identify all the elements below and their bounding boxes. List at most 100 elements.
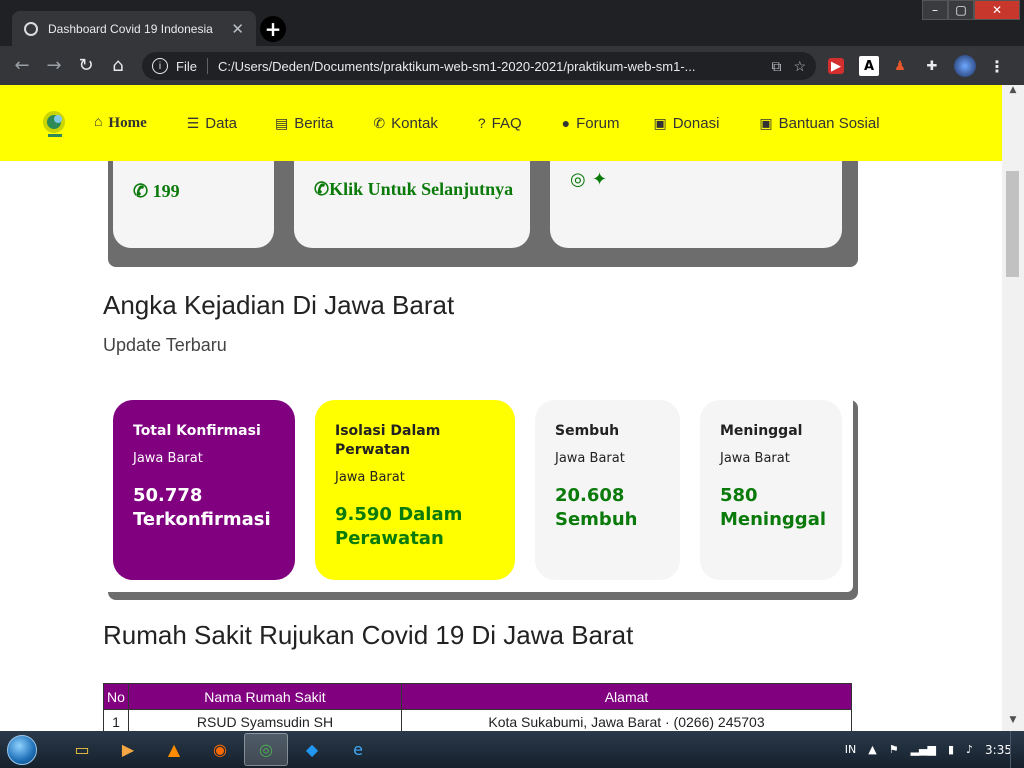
info-icon[interactable]: i <box>152 58 168 74</box>
nav-berita-label: Berita <box>294 114 334 132</box>
clock[interactable]: 3:35 <box>985 743 1012 757</box>
vscode-taskbar-icon[interactable]: ◆ <box>290 733 334 766</box>
page-scrollbar[interactable]: ▲ ▼ <box>1002 85 1024 731</box>
nav-bantuan-sosial[interactable]: ▣ Bantuan Sosial <box>759 115 879 132</box>
ie-taskbar-icon[interactable]: e <box>336 733 380 766</box>
nav-kontak[interactable]: ✆ Kontak <box>373 115 437 132</box>
back-icon[interactable]: ← <box>6 55 38 76</box>
link-text[interactable]: ✆Klik Untuk Selanjutnya <box>314 179 514 200</box>
address-bar[interactable]: i File C:/Users/Deden/Documents/praktiku… <box>142 52 816 80</box>
instagram-icon[interactable]: ◎ <box>570 169 586 190</box>
stat-title: Meninggal <box>720 423 803 439</box>
globe-icon <box>24 22 38 36</box>
tab-close-icon[interactable]: ✕ <box>231 20 244 38</box>
vlc-taskbar-icon[interactable]: ▲ <box>152 733 196 766</box>
new-tab-button[interactable]: + <box>260 16 286 42</box>
scroll-thumb[interactable] <box>1006 171 1019 277</box>
network-signal-icon[interactable]: ▂▄▆ <box>911 743 936 756</box>
stat-card-konfirmasi: Total Konfirmasi Jawa Barat 50.778 Terko… <box>113 400 295 580</box>
media-player-taskbar-icon[interactable]: ▶ <box>106 733 150 766</box>
minimize-button[interactable]: – <box>922 0 948 20</box>
font-extension-icon[interactable]: A <box>859 56 879 76</box>
stat-card-sembuh: Sembuh Jawa Barat 20.608 Sembuh <box>535 400 680 580</box>
browser-toolbar: ← → ↻ ⌂ i File C:/Users/Deden/Documents/… <box>0 46 1024 85</box>
url-text[interactable]: C:/Users/Deden/Documents/praktikum-web-s… <box>218 59 759 74</box>
nav-bantuan-label: Bantuan Sosial <box>778 114 880 132</box>
site-navbar: ⌂ Home ☰ Data ▤ Berita ✆ Kontak ? FAQ ● … <box>0 85 1002 161</box>
table-cell: 1 <box>103 709 129 731</box>
url-separator <box>206 58 208 74</box>
mascot-extension-icon[interactable]: ♟ <box>890 56 910 76</box>
show-desktop-button[interactable] <box>1010 731 1024 768</box>
tray-expand-icon[interactable]: ▲ <box>868 743 876 756</box>
windows-taskbar: ▭ ▶ ▲ ◉ ◎ ◆ e IN ▲ ⚑ ▂▄▆ ▮ ♪ 3:35 <box>0 731 1024 768</box>
firefox-taskbar-icon[interactable]: ◉ <box>198 733 242 766</box>
window-controls: – ▢ ✕ <box>922 0 1020 20</box>
action-center-icon[interactable]: ⚑ <box>889 743 899 756</box>
site-logo[interactable] <box>40 108 70 138</box>
profile-avatar[interactable] <box>954 55 976 77</box>
browser-tab[interactable]: Dashboard Covid 19 Indonesia ✕ <box>12 11 256 47</box>
stat-region: Jawa Barat <box>720 451 790 466</box>
box-icon: ▣ <box>759 114 773 131</box>
hotline-number: 199 <box>152 181 180 201</box>
nav-data[interactable]: ☰ Data <box>187 115 237 132</box>
hospital-section-title: Rumah Sakit Rujukan Covid 19 Di Jawa Bar… <box>103 620 634 650</box>
home-icon: ⌂ <box>94 115 103 130</box>
explorer-taskbar-icon[interactable]: ▭ <box>60 733 104 766</box>
translate-icon[interactable]: ⧉ <box>771 58 781 75</box>
nav-faq-label: FAQ <box>491 114 522 132</box>
phone-icon: ✆ <box>373 114 386 131</box>
link-label: Klik Untuk Selanjutnya <box>329 179 514 199</box>
tab-title: Dashboard Covid 19 Indonesia <box>48 22 213 36</box>
scroll-up-icon[interactable]: ▲ <box>1002 85 1024 101</box>
bookmark-star-icon[interactable]: ☆ <box>793 58 806 75</box>
forward-icon[interactable]: → <box>38 55 70 76</box>
nav-faq[interactable]: ? FAQ <box>478 115 522 132</box>
start-button[interactable] <box>0 731 44 768</box>
stat-title: Isolasi Dalam Perwatan <box>335 423 441 458</box>
table-header-row: No Nama Rumah Sakit Alamat <box>103 683 852 710</box>
stat-card-meninggal: Meninggal Jawa Barat 580 Meninggal <box>700 400 842 580</box>
table-header-cell: Nama Rumah Sakit <box>128 683 402 710</box>
stat-value: 580 Meninggal <box>720 485 827 530</box>
tab-strip: Dashboard Covid 19 Indonesia ✕ + – ▢ ✕ <box>0 0 1024 47</box>
social-icons: ◎ ✦ <box>570 169 607 190</box>
table-header-cell: No <box>103 683 129 710</box>
scroll-down-icon[interactable]: ▼ <box>1002 715 1024 731</box>
question-icon: ? <box>477 115 486 131</box>
stat-title: Sembuh <box>555 423 620 439</box>
newspaper-icon: ▤ <box>274 114 289 131</box>
battery-icon[interactable]: ▮ <box>948 743 954 756</box>
chrome-taskbar-icon[interactable]: ◎ <box>244 733 288 766</box>
volume-icon[interactable]: ♪ <box>966 743 973 756</box>
box-icon: ▣ <box>653 114 667 131</box>
nav-donasi[interactable]: ▣ Donasi <box>653 115 719 132</box>
url-scheme: File <box>176 58 197 74</box>
nav-forum-label: Forum <box>576 114 620 132</box>
video-extension-icon[interactable]: ▶ <box>828 58 844 74</box>
stat-value: 20.608 Sembuh <box>555 485 638 530</box>
nav-berita[interactable]: ▤ Berita <box>275 115 333 132</box>
section-title: Angka Kejadian Di Jawa Barat <box>103 290 455 320</box>
nav-kontak-label: Kontak <box>391 114 438 132</box>
extensions-puzzle-icon[interactable]: ✚ <box>922 56 942 76</box>
table-cell: RSUD Syamsudin SH <box>128 709 402 731</box>
page-viewport: ⌂ Home ☰ Data ▤ Berita ✆ Kontak ? FAQ ● … <box>0 85 1002 731</box>
windows-logo-icon <box>7 734 37 765</box>
reload-icon[interactable]: ↻ <box>70 55 102 76</box>
maximize-button[interactable]: ▢ <box>948 0 974 20</box>
nav-data-label: Data <box>205 114 237 132</box>
stat-value: 9.590 Dalam Perawatan <box>335 504 463 549</box>
language-indicator[interactable]: IN <box>845 743 856 756</box>
nav-forum[interactable]: ● Forum <box>562 115 620 132</box>
twitter-icon[interactable]: ✦ <box>592 169 607 190</box>
menu-kebab-icon[interactable]: ⋮ <box>987 56 1007 76</box>
nav-home[interactable]: ⌂ Home <box>94 115 147 132</box>
home-browser-icon[interactable]: ⌂ <box>102 55 134 76</box>
stat-title: Total Konfirmasi <box>133 423 261 439</box>
table-cell: Kota Sukabumi, Jawa Barat · (0266) 24570… <box>401 709 852 731</box>
hotline-text[interactable]: ✆ 199 <box>133 181 180 202</box>
phone-icon: ✆ <box>133 181 149 201</box>
close-window-button[interactable]: ✕ <box>974 0 1020 20</box>
